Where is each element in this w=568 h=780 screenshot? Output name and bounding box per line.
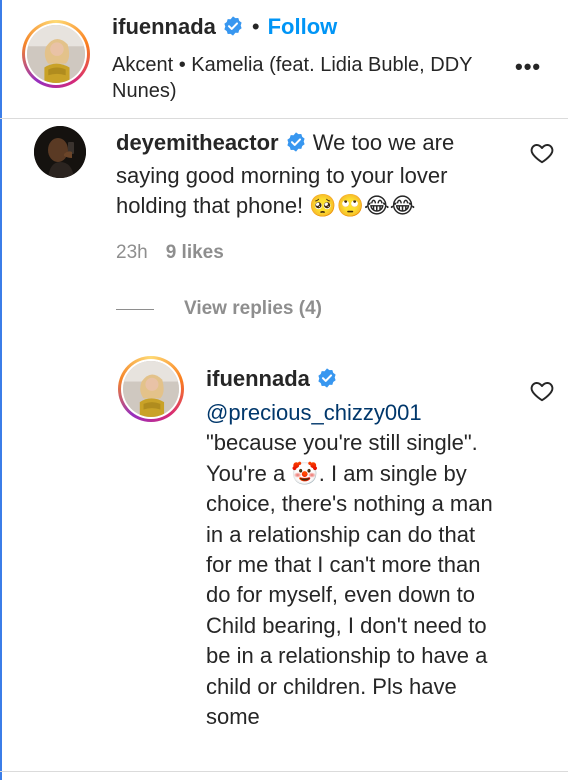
reply-mention-link[interactable]: @precious_chizzy001 xyxy=(206,400,422,425)
post-author-username[interactable]: ifuennada xyxy=(112,14,216,39)
post-author-avatar[interactable] xyxy=(22,20,90,88)
reply-like-heart-icon[interactable] xyxy=(529,378,555,404)
reply-body: @precious_chizzy001 "because you're stil… xyxy=(206,398,506,732)
like-heart-icon[interactable] xyxy=(529,140,555,166)
reply-author-username[interactable]: ifuennada xyxy=(206,366,310,391)
header-separator: • xyxy=(251,14,260,39)
comment-likes-count[interactable]: 9 likes xyxy=(166,242,224,263)
post-header: ifuennada • Follow Akcent • Kamelia (feat.… xyxy=(0,0,568,119)
commenter-username[interactable]: deyemitheactor xyxy=(116,130,279,155)
reply-text-part-2: . I am single by choice, there's nothing… xyxy=(206,460,493,730)
verified-badge-icon xyxy=(285,131,307,161)
reply-author-avatar[interactable] xyxy=(118,356,184,422)
post-header-title-row: ifuennada • Follow xyxy=(112,14,337,42)
avatar-photo-icon xyxy=(123,361,179,417)
post-song-label[interactable]: Akcent • Kamelia (feat. Lidia Buble, DDY… xyxy=(112,52,504,104)
verified-badge-icon xyxy=(222,15,244,42)
reply-header-row: ifuennada xyxy=(206,366,338,394)
verified-badge-icon xyxy=(316,367,338,394)
clown-emoji: 🤡 xyxy=(291,460,319,486)
comment-body: deyemitheactor We too we are saying good… xyxy=(116,128,506,221)
view-replies-row: View replies (4) xyxy=(116,298,322,320)
follow-button[interactable]: Follow xyxy=(268,14,338,39)
commenter-photo-icon xyxy=(34,126,86,178)
comment-meta: 23h 9 likes xyxy=(116,242,224,264)
bottom-divider xyxy=(0,771,568,772)
replies-divider-line xyxy=(116,308,154,310)
comment-timestamp[interactable]: 23h xyxy=(116,242,148,263)
avatar-photo-icon xyxy=(27,25,85,83)
view-replies-button[interactable]: View replies (4) xyxy=(184,298,322,320)
more-options-icon[interactable]: ••• xyxy=(515,54,541,80)
commenter-avatar[interactable] xyxy=(34,126,86,178)
